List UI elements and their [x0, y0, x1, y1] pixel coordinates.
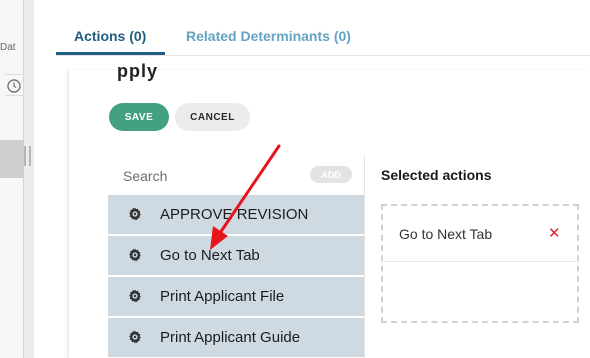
gear-icon — [129, 248, 141, 262]
tab-divider — [56, 55, 590, 56]
cancel-button[interactable]: CANCEL — [175, 103, 250, 131]
actions-panel: pply SAVE CANCEL Search ADD APPROVE REVI… — [68, 61, 590, 358]
list-item-label: APPROVE REVISION — [160, 206, 309, 223]
tab-bar: Actions (0) Related Determinants (0) — [34, 0, 590, 70]
selected-actions-title: Selected actions — [381, 167, 492, 183]
add-button[interactable]: ADD — [310, 166, 352, 183]
save-button[interactable]: SAVE — [109, 103, 169, 131]
tab-actions[interactable]: Actions (0) — [74, 28, 146, 44]
left-sidebar: Dat — [0, 0, 24, 358]
left-partial-label: Dat — [0, 42, 16, 53]
selected-actions-dropzone[interactable]: Go to Next Tab ✕ — [381, 204, 579, 323]
gear-icon — [129, 330, 141, 344]
close-icon[interactable]: ✕ — [548, 224, 561, 242]
panel-divider — [364, 155, 365, 358]
available-actions-list: APPROVE REVISION Go to Next Tab Print Ap… — [108, 195, 364, 358]
search-input[interactable]: Search ADD — [108, 156, 364, 194]
list-item[interactable]: APPROVE REVISION — [108, 195, 364, 234]
left-selected-row[interactable] — [0, 140, 24, 178]
list-item[interactable]: Go to Next Tab — [108, 236, 364, 275]
list-item[interactable]: Print Applicant Guide — [108, 318, 364, 357]
search-placeholder: Search — [123, 168, 168, 184]
section-title: pply — [117, 61, 159, 81]
clock-icon[interactable] — [5, 74, 23, 96]
gear-icon — [129, 207, 141, 221]
list-item-label: Print Applicant Guide — [160, 329, 301, 346]
gear-icon — [129, 289, 141, 303]
list-item-label: Go to Next Tab — [160, 247, 260, 264]
list-item-label: Print Applicant File — [160, 288, 285, 305]
selected-action-label: Go to Next Tab — [399, 226, 493, 242]
list-item[interactable]: Print Applicant File — [108, 277, 364, 316]
available-actions-panel: Search ADD APPROVE REVISION Go to Next T… — [108, 156, 364, 358]
selected-action-item[interactable]: Go to Next Tab ✕ — [383, 206, 577, 262]
resize-handle[interactable] — [24, 146, 31, 166]
tab-related-determinants[interactable]: Related Determinants (0) — [186, 28, 351, 44]
